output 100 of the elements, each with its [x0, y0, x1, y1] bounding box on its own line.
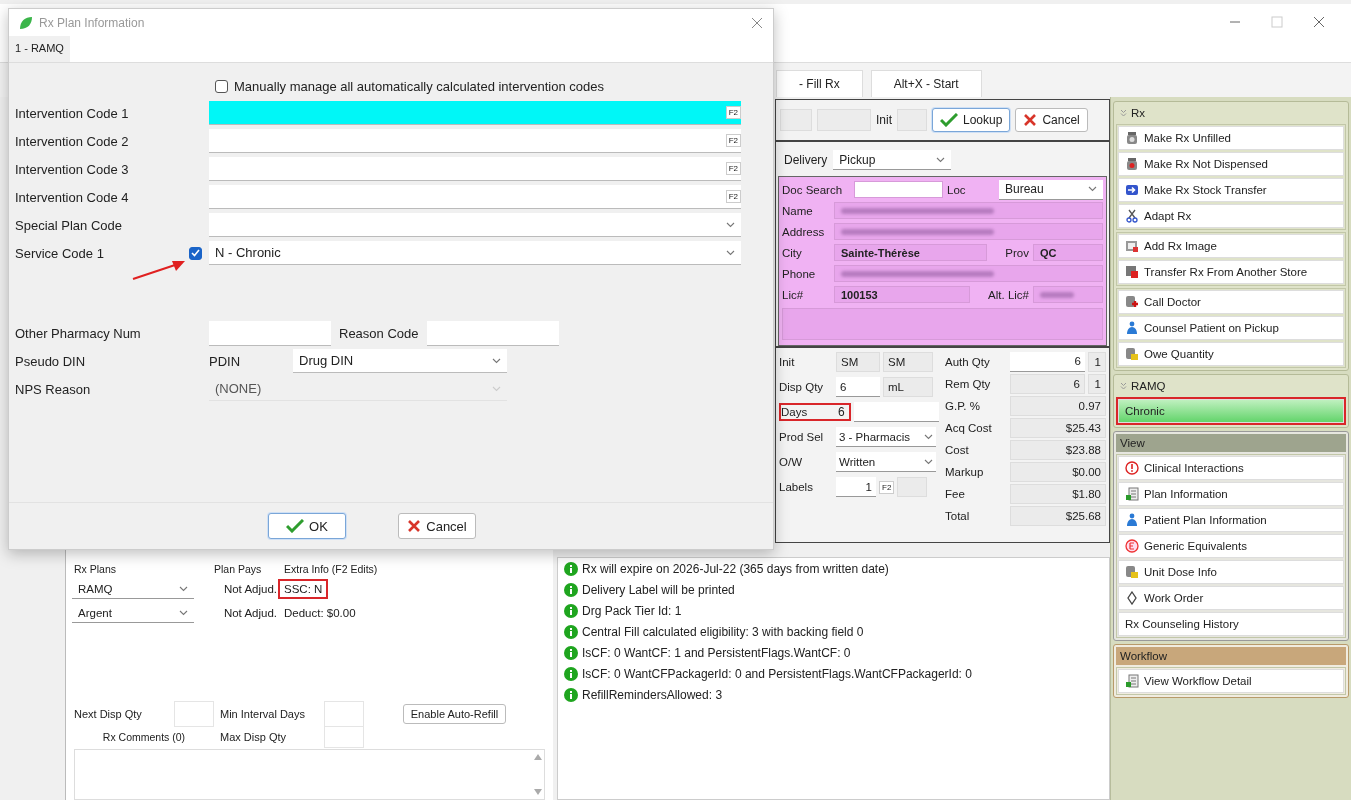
image-icon — [1125, 239, 1139, 253]
readonly-field: Sainte-Thérèse — [834, 244, 988, 261]
dropdown[interactable]: Written — [836, 452, 936, 472]
notes-field[interactable] — [782, 308, 1103, 340]
lookup-button[interactable]: Lookup — [932, 108, 1011, 132]
code-field[interactable]: F2 — [209, 101, 741, 125]
message-text: IsCF: 0 WantCFPackagerId: 0 and PersistentFlags.WantCFPackagerId: 0 — [582, 667, 972, 681]
delivery-dropdown[interactable]: Pickup — [833, 150, 952, 170]
field-label: Name — [782, 204, 814, 217]
field-label: Max Disp Qty — [219, 731, 287, 743]
checkbox[interactable] — [189, 246, 202, 260]
field-label: Address — [782, 225, 826, 238]
collapse-icon[interactable] — [1120, 382, 1127, 390]
info-icon — [564, 604, 578, 618]
close-icon[interactable] — [1313, 16, 1325, 28]
field-label: NPS Reason — [15, 381, 92, 397]
field-label: Disp Qty — [779, 381, 825, 393]
info-icon — [564, 625, 578, 639]
alert-icon — [1125, 461, 1139, 475]
comments-textarea[interactable] — [74, 749, 545, 800]
cancel-button[interactable]: Cancel — [1015, 108, 1088, 132]
action-button[interactable]: Clinical Interactions — [1118, 456, 1344, 480]
chevron-down-icon — [726, 249, 735, 256]
action-button[interactable]: Counsel Patient on Pickup — [1118, 316, 1344, 340]
maximize-icon[interactable] — [1271, 16, 1283, 28]
close-x-icon — [1023, 113, 1038, 127]
action-button[interactable]: Make Rx Stock Transfer — [1118, 178, 1344, 202]
action-button[interactable]: Unit Dose Info — [1118, 560, 1344, 584]
close-x-icon — [407, 519, 422, 533]
field-label: Delivery — [784, 153, 828, 167]
action-button[interactable]: Generic Equivalents — [1118, 534, 1344, 558]
group-header[interactable]: Rx — [1116, 104, 1346, 122]
plan-pays-cell-text: Not Adjud. — [223, 583, 278, 595]
days-field[interactable] — [853, 402, 939, 422]
field-label: Next Disp Qty — [74, 708, 143, 720]
collapse-icon[interactable] — [1120, 109, 1127, 117]
dropdown[interactable]: N - Chronic — [209, 241, 741, 265]
column-header: Plan Pays — [214, 563, 263, 575]
extra-info-cell[interactable]: SSC: N — [280, 581, 327, 597]
action-button[interactable]: Add Rx Image — [1118, 234, 1344, 258]
action-button[interactable]: Transfer Rx From Another Store — [1118, 260, 1344, 284]
group-header[interactable]: Workflow — [1116, 647, 1346, 665]
field-label: Labels — [779, 481, 814, 493]
field-label: Total — [945, 509, 971, 522]
checkbox[interactable] — [215, 79, 228, 93]
action-button[interactable]: Call Doctor — [1118, 290, 1344, 314]
scroll-up-icon[interactable] — [534, 754, 542, 760]
close-icon[interactable] — [751, 16, 763, 29]
action-button[interactable]: Chronic — [1118, 399, 1344, 423]
location-dropdown[interactable]: Bureau — [999, 179, 1103, 200]
tab[interactable]: Alt+X - Start — [870, 70, 982, 97]
other-pharmacy-field[interactable] — [209, 321, 331, 346]
message-text: Delivery Label will be printed — [582, 583, 735, 597]
action-button[interactable]: Make Rx Unfilled — [1118, 126, 1344, 150]
field-label: Rem Qty — [945, 377, 992, 390]
action-button[interactable]: Rx Counseling History — [1118, 612, 1344, 636]
code-field[interactable]: F2 — [209, 185, 741, 209]
comments-tab[interactable]: Rx Comments (0) — [102, 731, 186, 743]
action-button[interactable]: Plan Information — [1118, 482, 1344, 506]
dropdown[interactable] — [209, 213, 741, 237]
code-field[interactable]: F2 — [209, 157, 741, 181]
tab[interactable]: 1 - RAMQ — [9, 36, 70, 62]
f2-key[interactable]: F2 — [879, 480, 895, 494]
amount-field: $23.88 — [1010, 439, 1106, 460]
reason-code-field[interactable] — [426, 321, 559, 346]
dropdown[interactable]: 3 - Pharmacis — [836, 427, 936, 447]
chevron-down-icon — [492, 385, 501, 392]
doctor-search-field[interactable] — [854, 181, 943, 198]
quantity-field[interactable]: 6 — [836, 377, 880, 397]
action-button[interactable]: Make Rx Not Dispensed — [1118, 152, 1344, 176]
scroll-down-icon[interactable] — [534, 789, 542, 795]
extra-info-cell[interactable]: Deduct: $0.00 — [280, 605, 360, 621]
chevron-down-icon — [726, 221, 735, 228]
max-disp-qty-field[interactable] — [324, 726, 364, 748]
action-button[interactable]: Patient Plan Information — [1118, 508, 1344, 532]
message-text: IsCF: 0 WantCF: 1 and PersistentFlags.WantCF: 0 — [582, 646, 851, 660]
ok-button[interactable]: OK — [268, 513, 346, 539]
text-field[interactable] — [780, 109, 812, 131]
code-field[interactable]: F2 — [209, 129, 741, 153]
action-button[interactable]: Owe Quantity — [1118, 342, 1344, 366]
amount-field: $1.80 — [1010, 483, 1106, 504]
scissors-icon — [1125, 209, 1139, 223]
diamond-icon — [1125, 591, 1139, 605]
action-button[interactable]: View Workflow Detail — [1118, 669, 1344, 693]
cancel-button[interactable]: Cancel — [398, 513, 476, 539]
auto-refill-button[interactable]: Enable Auto-Refill — [402, 704, 507, 724]
field-label: Cost — [945, 443, 970, 456]
group-header[interactable]: View — [1116, 434, 1346, 452]
next-disp-qty-field[interactable] — [174, 701, 214, 727]
message-text: RefillRemindersAllowed: 3 — [582, 688, 723, 702]
amount-field[interactable]: 6 — [1010, 351, 1085, 372]
labels-field[interactable]: 1 — [836, 477, 876, 497]
field-label: Service Code 1 — [15, 245, 104, 261]
action-button[interactable]: Work Order — [1118, 586, 1344, 610]
checkmark-icon — [191, 249, 200, 257]
tab[interactable]: - Fill Rx — [776, 70, 863, 97]
group-header[interactable]: RAMQ — [1116, 377, 1346, 395]
pseudo-din-dropdown[interactable]: Drug DIN — [293, 349, 507, 373]
action-button[interactable]: Adapt Rx — [1118, 204, 1344, 228]
min-interval-field[interactable] — [324, 701, 364, 727]
